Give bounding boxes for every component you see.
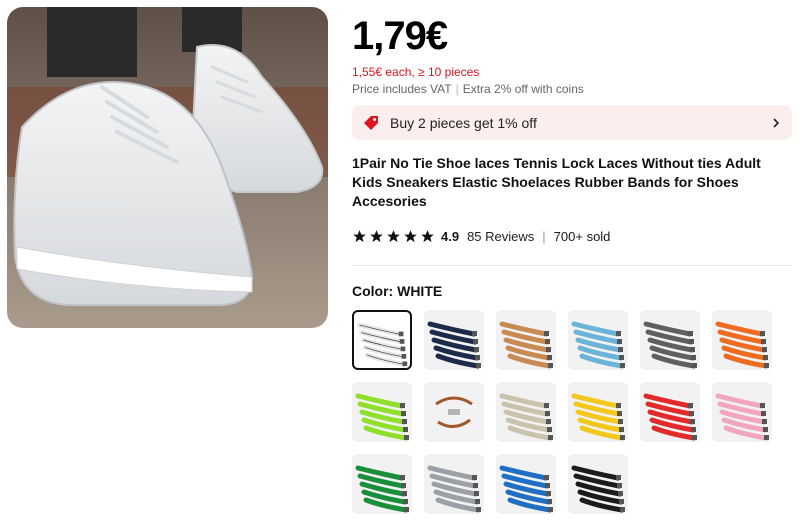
rating-score: 4.9: [441, 229, 460, 244]
lace-image: [643, 393, 697, 441]
reviews-link[interactable]: 85 Reviews: [467, 229, 534, 244]
lace-image: [643, 321, 697, 369]
color-swatch-silver[interactable]: [424, 454, 484, 514]
lace-image: [427, 465, 481, 513]
color-swatch-white[interactable]: [352, 310, 412, 370]
promo-banner[interactable]: Buy 2 pieces get 1% off: [352, 105, 792, 140]
color-swatch-orange[interactable]: [712, 310, 772, 370]
star-rating: [352, 229, 435, 244]
color-swatch-green[interactable]: [352, 454, 412, 514]
color-swatch-blue[interactable]: [496, 454, 556, 514]
lace-image: [715, 321, 769, 369]
star-icon: [387, 230, 400, 243]
vat-info: Price includes VAT | Extra 2% off with coi…: [352, 82, 584, 96]
star-icon: [353, 230, 366, 243]
color-swatch-navy[interactable]: [424, 310, 484, 370]
price: 1,79€: [352, 14, 448, 58]
color-swatch-red[interactable]: [640, 382, 700, 442]
tag-icon: [364, 115, 378, 130]
lace-image: [499, 393, 553, 441]
color-swatch-tan[interactable]: [496, 310, 556, 370]
divider: [352, 265, 792, 266]
color-swatch-pink[interactable]: [712, 382, 772, 442]
lace-image: [571, 393, 625, 441]
bulk-price: 1,55€ each, ≥ 10 pieces: [352, 65, 480, 79]
chevron-right-icon: [773, 117, 780, 128]
star-icon: [404, 230, 417, 243]
star-icon: [370, 230, 383, 243]
color-swatch-light-blue[interactable]: [568, 310, 628, 370]
lace-image: [355, 393, 409, 441]
coins-text: Extra 2% off with coins: [462, 82, 584, 96]
color-swatch-beige[interactable]: [496, 382, 556, 442]
lace-image: [427, 321, 481, 369]
lace-image: [715, 393, 769, 441]
color-swatch-gray[interactable]: [640, 310, 700, 370]
color-swatch-black[interactable]: [568, 454, 628, 514]
lace-image: [499, 465, 553, 513]
promo-text: Buy 2 pieces get 1% off: [390, 114, 537, 131]
color-swatch-yellow[interactable]: [568, 382, 628, 442]
lace-image: [355, 465, 409, 513]
vat-text: Price includes VAT: [352, 82, 452, 96]
rating-row: 4.9 85 Reviews | 700+ sold: [352, 229, 610, 244]
sold-count: 700+ sold: [553, 229, 611, 244]
lace-image: [571, 321, 625, 369]
color-swatch-lime[interactable]: [352, 382, 412, 442]
separator: |: [455, 82, 459, 96]
star-icon: [421, 230, 434, 243]
product-title: 1Pair No Tie Shoe laces Tennis Lock Lace…: [352, 155, 761, 209]
separator: |: [542, 229, 546, 244]
lace-image: [357, 322, 408, 367]
color-swatch-brown-single[interactable]: [424, 382, 484, 442]
lace-image: [571, 465, 625, 513]
lace-image: [435, 396, 473, 428]
color-label: Color: WHITE: [352, 283, 443, 299]
lace-image: [499, 321, 553, 369]
product-main-image[interactable]: [7, 7, 328, 328]
